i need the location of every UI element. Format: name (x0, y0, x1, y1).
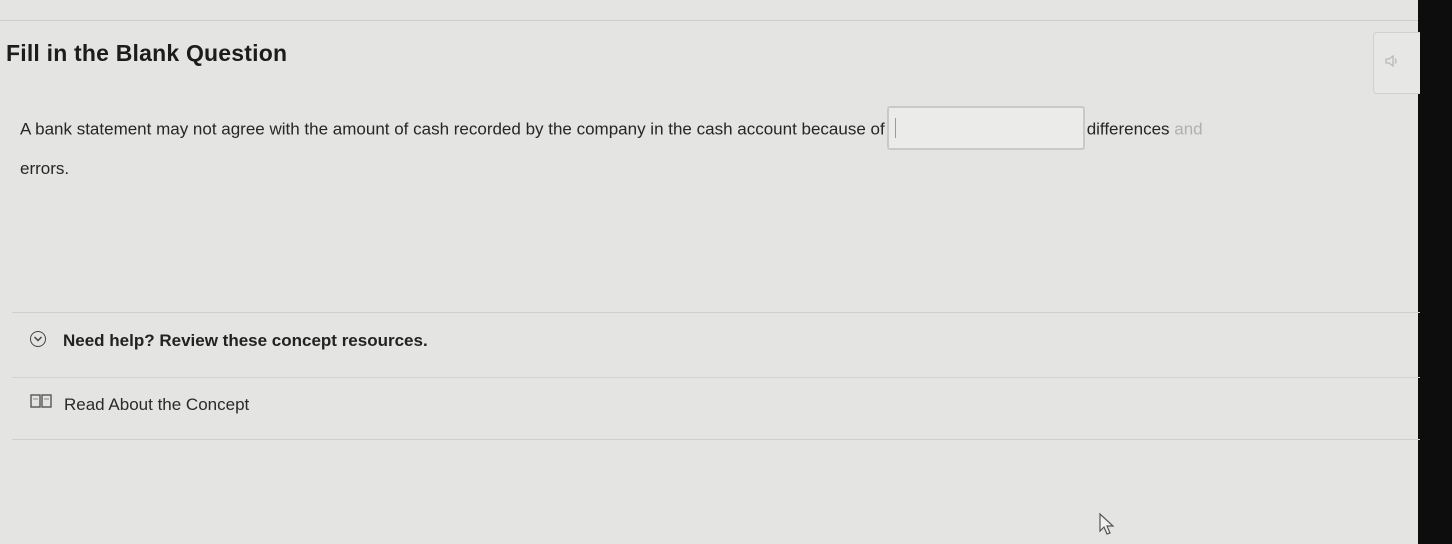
book-icon (30, 393, 52, 414)
question-text-line2: errors. (20, 159, 70, 178)
question-text-after: differences (1086, 119, 1170, 139)
blank-input[interactable] (886, 106, 1085, 150)
help-toggle[interactable]: Need help? Review these concept resource… (12, 313, 1420, 378)
top-divider (0, 20, 1420, 21)
question-text-before: A bank statement may not agree with the … (20, 119, 885, 139)
mouse-cursor-icon (1098, 512, 1116, 541)
help-panel: Need help? Review these concept resource… (12, 312, 1420, 440)
text-caret (894, 118, 896, 138)
resource-read-about-concept[interactable]: Read About the Concept (30, 393, 250, 416)
question-text-after-faded: and (1169, 119, 1203, 139)
window-edge (1418, 0, 1452, 544)
help-label: Need help? Review these concept resource… (63, 331, 428, 350)
resource-label: Read About the Concept (64, 395, 250, 414)
question-body: A bank statement may not agree with the … (20, 106, 1400, 185)
audio-button[interactable] (1373, 32, 1420, 94)
chevron-down-circle-icon (30, 331, 46, 347)
speaker-icon (1385, 54, 1397, 68)
question-title: Fill in the Blank Question (6, 40, 288, 66)
